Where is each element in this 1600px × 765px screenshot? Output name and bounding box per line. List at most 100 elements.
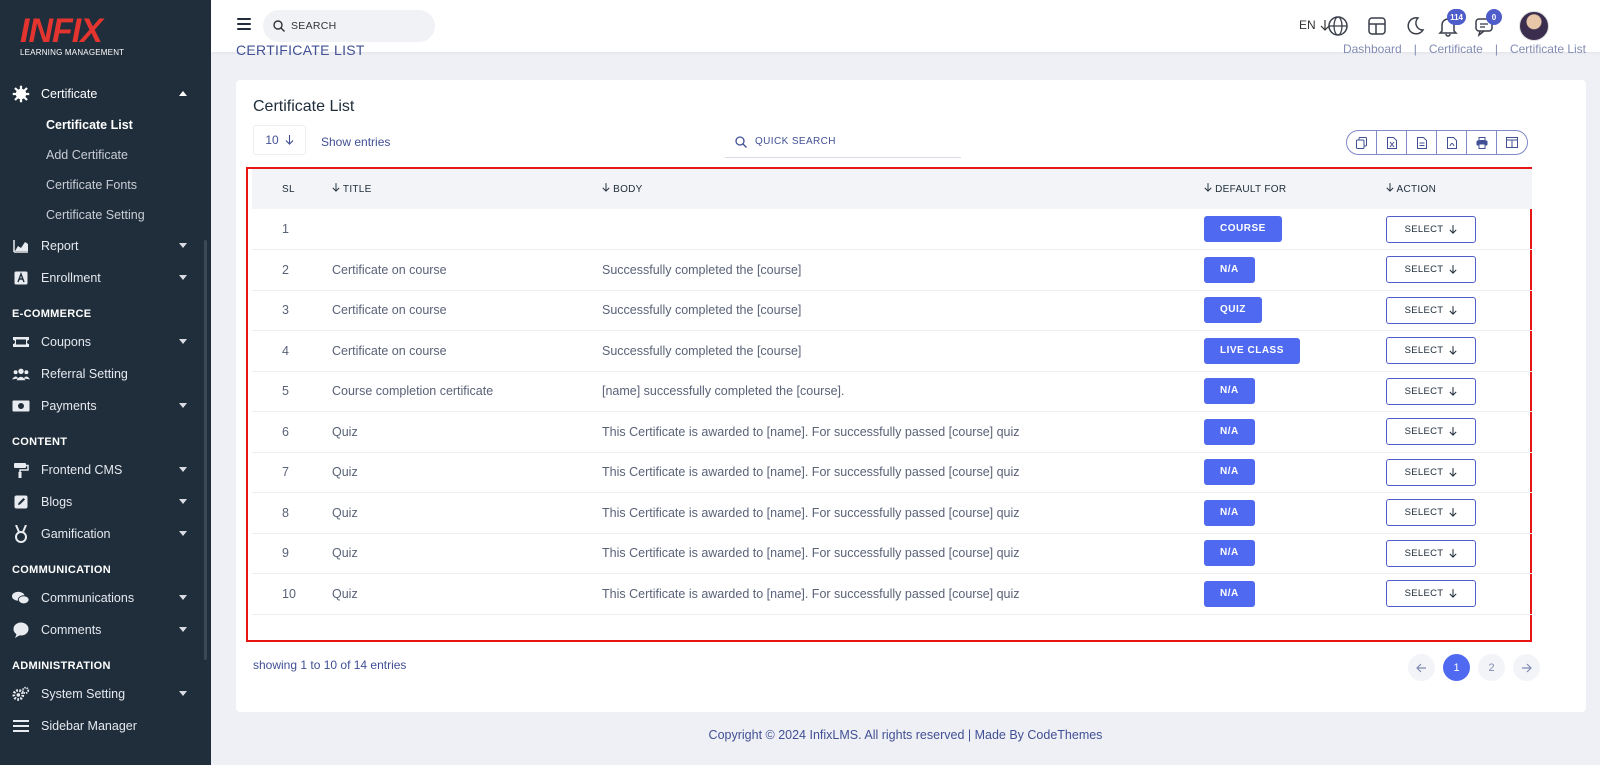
messages-icon[interactable]: 0 [1473, 9, 1502, 37]
section-communication: COMMUNICATION [12, 564, 112, 576]
brand-tagline: LEARNING MANAGEMENT [20, 48, 125, 57]
sidebar-item-report[interactable]: Report [0, 230, 207, 262]
entries-per-page-select[interactable]: 10 [253, 125, 306, 155]
menu-toggle-icon[interactable] [237, 18, 251, 30]
breadcrumb-certificate-list: Certificate List [1509, 42, 1586, 56]
sidebar-item-comments[interactable]: Comments [0, 614, 207, 646]
sidebar-item-label: Blogs [41, 495, 73, 509]
columns-icon[interactable] [1497, 131, 1527, 154]
prev-page-button[interactable] [1408, 654, 1435, 681]
select-label: SELECT [1404, 588, 1444, 600]
page-1-button[interactable]: 1 [1443, 654, 1470, 681]
sidebar-subitem-certificate-list[interactable]: Certificate List [0, 110, 207, 140]
cell-body: This Certificate is awarded to [name]. F… [602, 424, 1020, 439]
chevron-down-icon [179, 691, 187, 696]
notifications-bell-icon[interactable]: 114 [1437, 9, 1466, 37]
sidebar-item-system-setting[interactable]: System Setting [0, 678, 207, 710]
cell-body: Successfully completed the [course] [602, 303, 802, 318]
select-action-button[interactable]: SELECT [1386, 539, 1476, 567]
col-action[interactable]: ACTION [1386, 169, 1532, 209]
sort-arrow-icon [1204, 183, 1212, 192]
print-icon[interactable] [1467, 131, 1497, 154]
cell-sl: 7 [282, 465, 289, 480]
cell-body: This Certificate is awarded to [name]. F… [602, 546, 1020, 561]
sidebar-item-enrollment[interactable]: Enrollment [0, 262, 207, 294]
sidebar-item-sidebar-manager[interactable]: Sidebar Manager [0, 710, 207, 742]
cell-body: This Certificate is awarded to [name]. F… [602, 505, 1020, 520]
sort-arrow-icon [602, 183, 610, 192]
chevron-down-icon [179, 595, 187, 600]
certificate-list-card: Certificate List 10 Show entries SL TITL… [236, 80, 1586, 712]
moon-icon[interactable] [1404, 15, 1426, 37]
default-for-badge: N/A [1204, 256, 1255, 283]
sidebar-item-frontend-cms[interactable]: Frontend CMS [0, 454, 207, 486]
quick-search[interactable] [725, 126, 961, 158]
breadcrumb-dashboard[interactable]: Dashboard [1343, 42, 1402, 56]
cell-sl: 6 [282, 424, 289, 439]
cell-sl: 10 [282, 586, 296, 601]
sidebar-item-referral-setting[interactable]: Referral Setting [0, 358, 207, 390]
sidebar-subitem-certificate-setting[interactable]: Certificate Setting [0, 200, 207, 230]
brand-logo[interactable]: INFIX LEARNING MANAGEMENT [20, 14, 124, 57]
breadcrumb-certificate[interactable]: Certificate [1429, 42, 1483, 56]
select-action-button[interactable]: SELECT [1386, 377, 1476, 405]
arrow-down-icon [1449, 467, 1457, 477]
cell-body: This Certificate is awarded to [name]. F… [602, 465, 1020, 480]
col-title[interactable]: TITLE [332, 169, 602, 209]
language-selector[interactable]: EN [1299, 18, 1330, 32]
copy-icon[interactable] [1347, 131, 1377, 154]
table-row: 7 Quiz This Certificate is awarded to [n… [252, 452, 1532, 493]
cell-sl: 4 [282, 343, 289, 358]
breadcrumb-separator: | [1494, 42, 1498, 56]
select-action-button[interactable]: SELECT [1386, 580, 1476, 608]
page-2-button[interactable]: 2 [1478, 654, 1505, 681]
select-action-button[interactable]: SELECT [1386, 256, 1476, 284]
footer-copyright: Copyright © 2024 InfixLMS. All rights re… [708, 728, 1103, 742]
col-body[interactable]: BODY [602, 169, 1204, 209]
page-heading-bar: CERTIFICATE LIST Dashboard | Certificate… [236, 42, 1586, 60]
pdf-icon[interactable] [1437, 131, 1467, 154]
layout-icon[interactable] [1366, 15, 1388, 37]
select-action-button[interactable]: SELECT [1386, 215, 1476, 243]
cell-sl: 3 [282, 303, 289, 318]
sidebar-item-certificate[interactable]: Certificate [0, 78, 207, 110]
default-for-badge: N/A [1204, 580, 1255, 607]
sidebar-item-payments[interactable]: Payments [0, 390, 207, 422]
sidebar-item-coupons[interactable]: Coupons [0, 326, 207, 358]
select-action-button[interactable]: SELECT [1386, 458, 1476, 486]
excel-icon[interactable] [1377, 131, 1407, 154]
col-sl[interactable]: SL [252, 169, 332, 209]
sidebar-item-communications[interactable]: Communications [0, 582, 207, 614]
default-for-badge: COURSE [1204, 216, 1282, 242]
select-action-button[interactable]: SELECT [1386, 418, 1476, 446]
user-avatar[interactable] [1519, 11, 1549, 41]
sidebar-subitem-add-certificate[interactable]: Add Certificate [0, 140, 207, 170]
default-for-badge: LIVE CLASS [1204, 337, 1300, 364]
cogs-icon [12, 685, 30, 703]
cell-body: This Certificate is awarded to [name]. F… [602, 586, 1020, 601]
cell-title: Quiz [332, 546, 358, 561]
cell-sl: 1 [282, 222, 289, 236]
globe-icon[interactable] [1327, 15, 1349, 37]
search-input[interactable] [291, 20, 421, 32]
next-page-button[interactable] [1513, 654, 1540, 681]
cell-title: Certificate on course [332, 343, 447, 358]
col-title-label: TITLE [342, 184, 372, 195]
sidebar-item-gamification[interactable]: Gamification [0, 518, 207, 550]
users-icon [12, 365, 30, 383]
select-action-button[interactable]: SELECT [1386, 337, 1476, 365]
sidebar-item-label: Report [41, 239, 79, 253]
arrow-left-icon [1416, 663, 1426, 672]
select-action-button[interactable]: SELECT [1386, 499, 1476, 527]
sidebar-subitem-certificate-fonts[interactable]: Certificate Fonts [0, 170, 207, 200]
list-icon [12, 717, 30, 735]
col-default-for[interactable]: DEFAULT FOR [1204, 169, 1386, 209]
select-action-button[interactable]: SELECT [1386, 296, 1476, 324]
csv-icon[interactable] [1407, 131, 1437, 154]
header-search[interactable] [263, 10, 435, 42]
quick-search-input[interactable] [755, 136, 945, 147]
table-row: 2 Certificate on course Successfully com… [252, 250, 1532, 290]
cell-sl: 8 [282, 505, 289, 520]
sidebar-item-blogs[interactable]: Blogs [0, 486, 207, 518]
chevron-down-icon [179, 403, 187, 408]
